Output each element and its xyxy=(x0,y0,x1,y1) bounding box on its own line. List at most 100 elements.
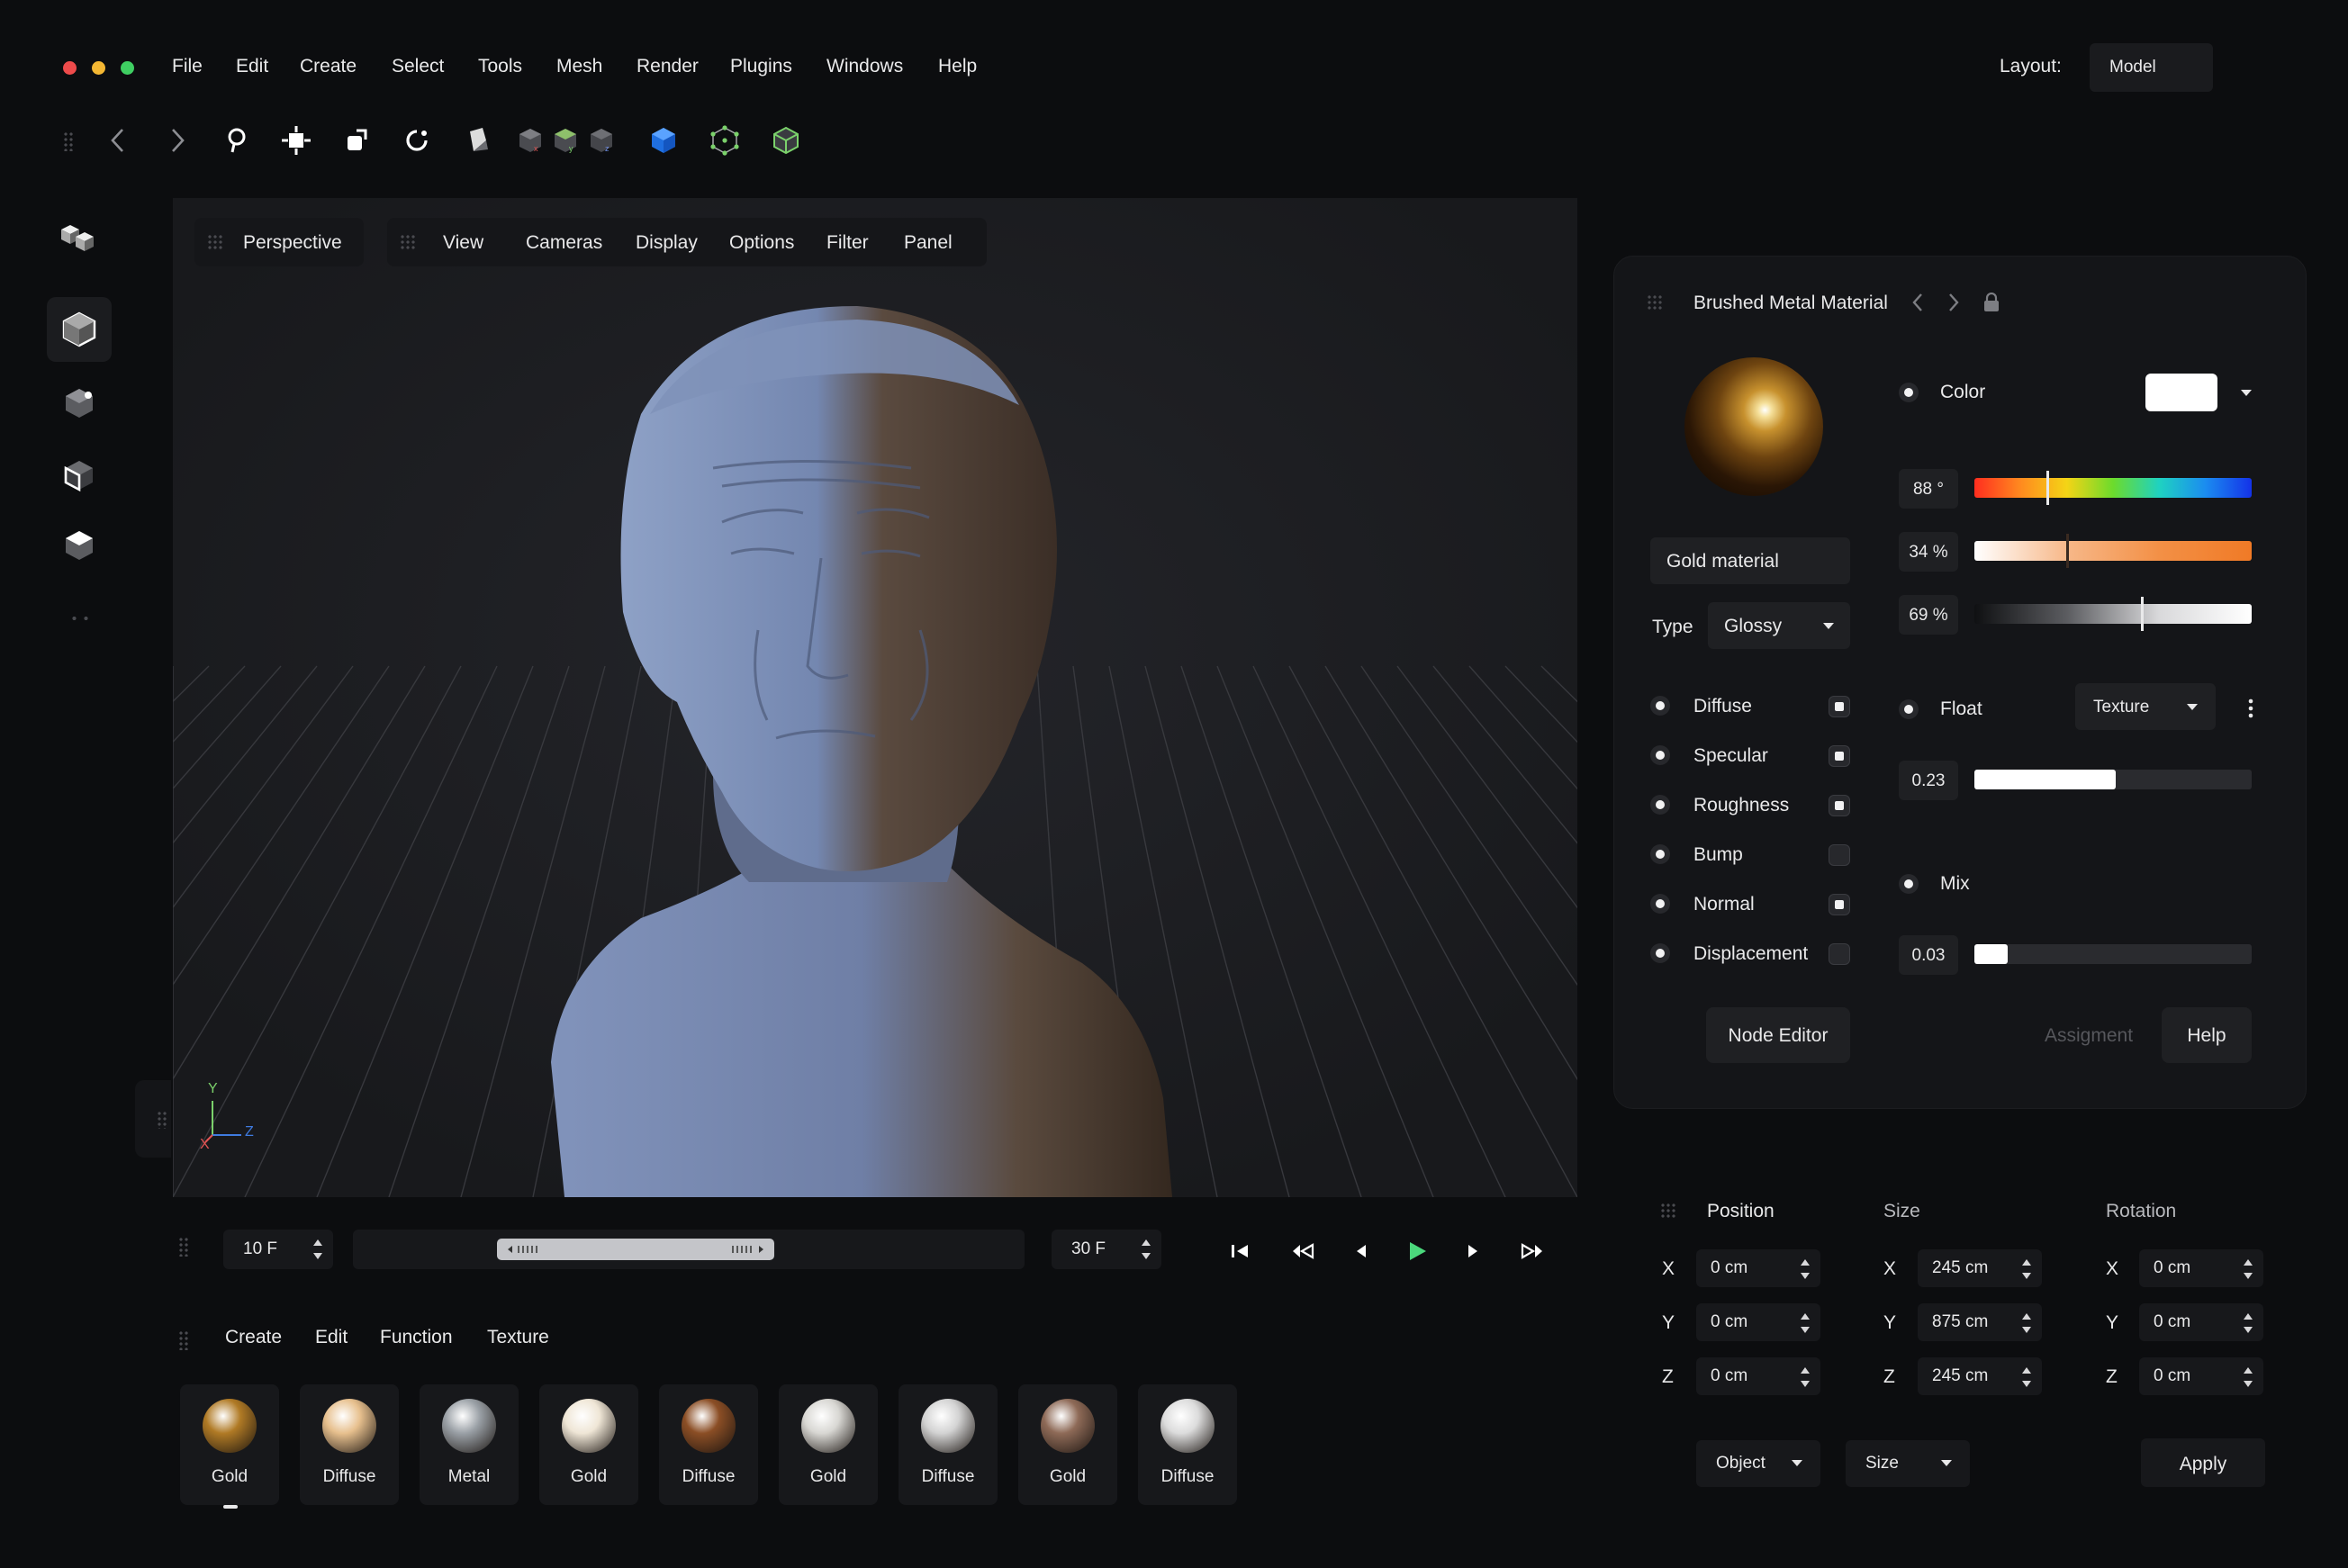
brightness-value[interactable]: 69 % xyxy=(1899,595,1958,635)
rotation-z-field[interactable]: 0 cm xyxy=(2139,1357,2263,1395)
back-icon[interactable] xyxy=(97,115,139,166)
cube-edge-icon[interactable] xyxy=(47,443,112,508)
viewport-menu-cameras[interactable]: Cameras xyxy=(526,232,602,254)
snap-icon[interactable] xyxy=(457,115,499,166)
next-key-icon[interactable] xyxy=(1513,1231,1552,1271)
roughness-radio[interactable] xyxy=(1650,795,1670,815)
lock-icon[interactable] xyxy=(1983,292,2001,314)
displacement-radio[interactable] xyxy=(1650,943,1670,963)
rotation-y-field[interactable]: 0 cm xyxy=(2139,1303,2263,1341)
assignment-button[interactable]: Assigment xyxy=(2045,1025,2133,1047)
material-card[interactable]: Diffuse xyxy=(300,1384,399,1505)
color-dropdown-icon[interactable] xyxy=(2241,390,2252,396)
specular-radio[interactable] xyxy=(1650,745,1670,765)
cube-point-icon[interactable] xyxy=(47,371,112,436)
hue-slider-knob[interactable] xyxy=(2046,471,2049,505)
float-radio[interactable] xyxy=(1899,699,1919,719)
hue-slider[interactable] xyxy=(1974,471,2252,505)
bump-radio[interactable] xyxy=(1650,844,1670,864)
viewport-menu-filter[interactable]: Filter xyxy=(826,232,869,254)
stepper-icon[interactable] xyxy=(2244,1257,2253,1281)
materials-menu-texture[interactable]: Texture xyxy=(487,1327,549,1348)
brightness-slider-knob[interactable] xyxy=(2141,597,2144,631)
bump-checkbox[interactable] xyxy=(1829,844,1850,866)
viewport-menu-view[interactable]: View xyxy=(443,232,483,254)
move-icon[interactable] xyxy=(275,115,317,166)
position-z-field[interactable]: 0 cm xyxy=(1696,1357,1820,1395)
cube-icon[interactable] xyxy=(47,297,112,362)
stepper-icon[interactable] xyxy=(1801,1257,1810,1281)
start-frame-field[interactable]: 10 F xyxy=(223,1230,333,1269)
stepper-icon[interactable] xyxy=(2244,1365,2253,1389)
apply-button[interactable]: Apply xyxy=(2141,1438,2265,1487)
menu-create[interactable]: Create xyxy=(300,56,357,77)
material-card[interactable]: Gold xyxy=(539,1384,638,1505)
timeline-range-handle[interactable] xyxy=(497,1239,774,1260)
float-source-select[interactable]: Texture xyxy=(2075,683,2216,730)
rotate-icon[interactable] xyxy=(396,115,438,166)
material-card[interactable]: Diffuse xyxy=(1138,1384,1237,1505)
cube-face-icon[interactable] xyxy=(47,513,112,578)
materials-menu-create[interactable]: Create xyxy=(225,1327,282,1348)
float-slider[interactable] xyxy=(1974,770,2252,789)
menu-mesh[interactable]: Mesh xyxy=(556,56,602,77)
play-icon[interactable] xyxy=(1397,1231,1437,1271)
end-frame-stepper-icon[interactable] xyxy=(1142,1238,1151,1261)
cubes-group-icon[interactable] xyxy=(47,207,112,272)
saturation-value[interactable]: 34 % xyxy=(1899,532,1958,572)
mix-radio[interactable] xyxy=(1899,874,1919,894)
axis-z-cube-icon[interactable]: z xyxy=(581,115,622,166)
more-icon[interactable] xyxy=(68,616,92,621)
saturation-slider[interactable] xyxy=(1974,534,2252,568)
go-to-start-icon[interactable] xyxy=(1220,1231,1260,1271)
end-frame-field[interactable]: 30 F xyxy=(1052,1230,1161,1269)
viewport-menu-options[interactable]: Options xyxy=(729,232,794,254)
material-card[interactable]: Gold xyxy=(180,1384,279,1509)
maximize-window-button[interactable] xyxy=(121,61,134,75)
menu-plugins[interactable]: Plugins xyxy=(730,56,792,77)
float-value[interactable]: 0.23 xyxy=(1899,761,1958,800)
lasso-icon[interactable] xyxy=(216,115,257,166)
diffuse-checkbox[interactable] xyxy=(1829,696,1850,717)
type-select[interactable]: Glossy xyxy=(1708,602,1850,649)
material-name-field[interactable]: Gold material xyxy=(1650,537,1850,584)
viewport[interactable]: Perspective View Cameras Display Options… xyxy=(173,198,1577,1197)
brightness-slider[interactable] xyxy=(1974,597,2252,631)
layout-select[interactable]: Model xyxy=(2090,43,2213,92)
normal-radio[interactable] xyxy=(1650,894,1670,914)
close-window-button[interactable] xyxy=(63,61,77,75)
menu-edit[interactable]: Edit xyxy=(236,56,268,77)
scale-icon[interactable] xyxy=(335,115,376,166)
menu-help[interactable]: Help xyxy=(938,56,977,77)
stepper-icon[interactable] xyxy=(2022,1257,2031,1281)
menu-render[interactable]: Render xyxy=(637,56,699,77)
color-swatch[interactable] xyxy=(2145,374,2217,411)
menu-file[interactable]: File xyxy=(172,56,203,77)
previous-frame-icon[interactable] xyxy=(1341,1231,1381,1271)
points-cube-icon[interactable] xyxy=(704,115,745,166)
rotation-x-field[interactable]: 0 cm xyxy=(2139,1249,2263,1287)
stepper-icon[interactable] xyxy=(2022,1365,2031,1389)
normal-checkbox[interactable] xyxy=(1829,894,1850,915)
mix-slider[interactable] xyxy=(1974,944,2252,964)
menu-select[interactable]: Select xyxy=(392,56,444,77)
menu-tools[interactable]: Tools xyxy=(478,56,522,77)
materials-menu-function[interactable]: Function xyxy=(380,1327,453,1348)
diffuse-radio[interactable] xyxy=(1650,696,1670,716)
material-card[interactable]: Gold xyxy=(779,1384,878,1505)
minimize-window-button[interactable] xyxy=(92,61,105,75)
material-card[interactable]: Gold xyxy=(1018,1384,1117,1505)
displacement-checkbox[interactable] xyxy=(1829,943,1850,965)
size-z-field[interactable]: 245 cm xyxy=(1918,1357,2042,1395)
roughness-checkbox[interactable] xyxy=(1829,795,1850,816)
camera-tab[interactable]: Perspective xyxy=(194,218,364,266)
material-card[interactable]: Diffuse xyxy=(659,1384,758,1505)
stepper-icon[interactable] xyxy=(2244,1311,2253,1335)
materials-grip-icon[interactable] xyxy=(178,1330,189,1350)
toolbar-grip-icon[interactable] xyxy=(63,131,74,151)
menu-windows[interactable]: Windows xyxy=(826,56,903,77)
mix-value[interactable]: 0.03 xyxy=(1899,935,1958,975)
stepper-icon[interactable] xyxy=(1801,1311,1810,1335)
stepper-icon[interactable] xyxy=(1801,1365,1810,1389)
next-frame-icon[interactable] xyxy=(1453,1231,1493,1271)
